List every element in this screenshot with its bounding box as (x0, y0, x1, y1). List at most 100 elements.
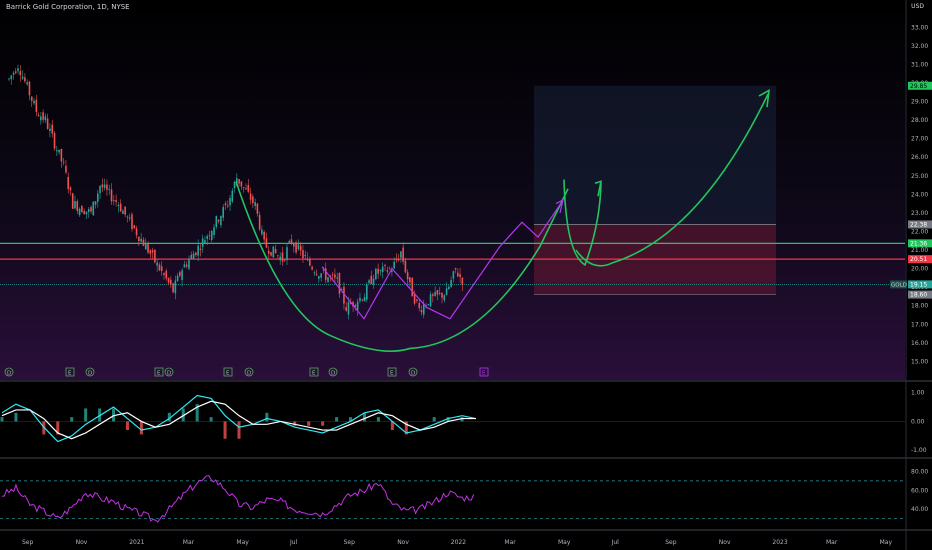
candle-body (115, 200, 117, 202)
candle-body (290, 239, 293, 244)
chart-svg[interactable]: 33.0032.0031.0030.0029.0028.0027.0026.00… (0, 0, 932, 550)
candle-body (167, 278, 170, 283)
candle-body (381, 266, 384, 273)
candle-body (418, 302, 421, 309)
candle-body (128, 217, 131, 219)
candle-body (149, 250, 152, 254)
price-tick-label: 15.00 (911, 358, 928, 365)
candle-body (154, 249, 156, 263)
macd-hist-bar (376, 417, 380, 422)
candle-body (306, 258, 309, 261)
price-tick-label: 24.00 (911, 191, 928, 198)
macd-hist-bar (139, 421, 143, 435)
macd-hist-bar (125, 421, 129, 431)
time-axis-label: May (880, 539, 893, 546)
candle-body (65, 165, 67, 173)
price-tick-label: 18.00 (911, 303, 928, 310)
candle-body (384, 264, 386, 266)
candle-body (327, 277, 329, 283)
candle-body (386, 270, 389, 272)
target-price-label: 29.85 (910, 83, 927, 90)
price-tick-label: 31.00 (911, 61, 928, 68)
candle-body (231, 190, 234, 202)
candle-body (92, 201, 95, 216)
candle-body (288, 241, 291, 243)
candle-body (427, 304, 430, 305)
candle-body (204, 240, 206, 243)
candle-body (361, 299, 364, 301)
candle-body (213, 227, 215, 235)
event-marker-label: D (167, 371, 171, 377)
candle-body (448, 286, 450, 290)
candle-body (356, 301, 359, 311)
candle-body (388, 268, 391, 270)
candle-body (124, 206, 126, 215)
candle-body (67, 176, 69, 189)
candle-body (450, 279, 452, 287)
candle-body (233, 181, 236, 189)
candle-body (19, 71, 22, 76)
price-tick-label: 23.00 (911, 210, 928, 217)
level-price-label: 21.36 (910, 240, 927, 247)
candle-body (320, 273, 322, 278)
candle-body (283, 259, 286, 261)
candle-body (416, 299, 418, 302)
candle-body (46, 118, 49, 129)
candle-body (110, 189, 113, 202)
price-tick-label: 17.00 (911, 321, 928, 328)
candle-body (179, 272, 181, 276)
candle-body (83, 211, 85, 215)
macd-hist-bar (84, 408, 88, 422)
candle-body (147, 243, 149, 253)
candle-body (60, 149, 63, 162)
macd-tick-label: -1.00 (911, 447, 927, 454)
candle-body (215, 216, 218, 227)
candle-body (206, 236, 208, 239)
price-tick-label: 26.00 (911, 154, 928, 161)
currency-label: USD (911, 3, 924, 10)
candle-body (224, 203, 227, 206)
candle-body (192, 253, 195, 260)
candle-body (240, 181, 243, 187)
macd-hist-bar (0, 417, 4, 422)
candle-body (126, 216, 129, 218)
candle-body (461, 277, 464, 286)
candle-body (138, 236, 140, 242)
candle-body (74, 201, 76, 209)
candle-body (372, 278, 375, 285)
time-axis-label: 2021 (129, 539, 144, 546)
macd-hist-bar (265, 412, 269, 422)
event-marker-label: E (312, 371, 316, 377)
candle-body (347, 302, 350, 315)
candle-body (261, 229, 263, 235)
candle-body (71, 193, 74, 209)
candle-body (265, 238, 268, 248)
candle-body (334, 274, 336, 278)
macd-hist-bar (14, 412, 18, 422)
candle-body (176, 275, 179, 282)
candle-body (279, 256, 282, 261)
candle-body (443, 295, 446, 301)
candle-body (420, 310, 423, 313)
event-marker-label: D (7, 371, 11, 377)
candle-body (174, 280, 177, 294)
time-axis-label: Sep (22, 539, 34, 546)
time-axis-label: Sep (665, 539, 677, 546)
candle-body (8, 78, 10, 80)
candle-body (292, 244, 295, 247)
candle-body (58, 149, 60, 153)
candle-body (229, 197, 231, 206)
candle-body (144, 243, 147, 250)
candle-body (406, 272, 409, 280)
level-price-label: 20.51 (910, 256, 927, 263)
candle-body (53, 132, 56, 149)
candle-body (14, 71, 17, 73)
price-tick-label: 27.00 (911, 136, 928, 143)
time-axis-label: Nov (397, 539, 409, 546)
candle-body (26, 82, 28, 85)
candle-body (377, 268, 379, 274)
time-axis-label: Jul (289, 539, 298, 546)
chart-stage[interactable]: 33.0032.0031.0030.0029.0028.0027.0026.00… (0, 0, 932, 550)
candle-body (99, 185, 101, 194)
event-marker-label: D (247, 371, 251, 377)
